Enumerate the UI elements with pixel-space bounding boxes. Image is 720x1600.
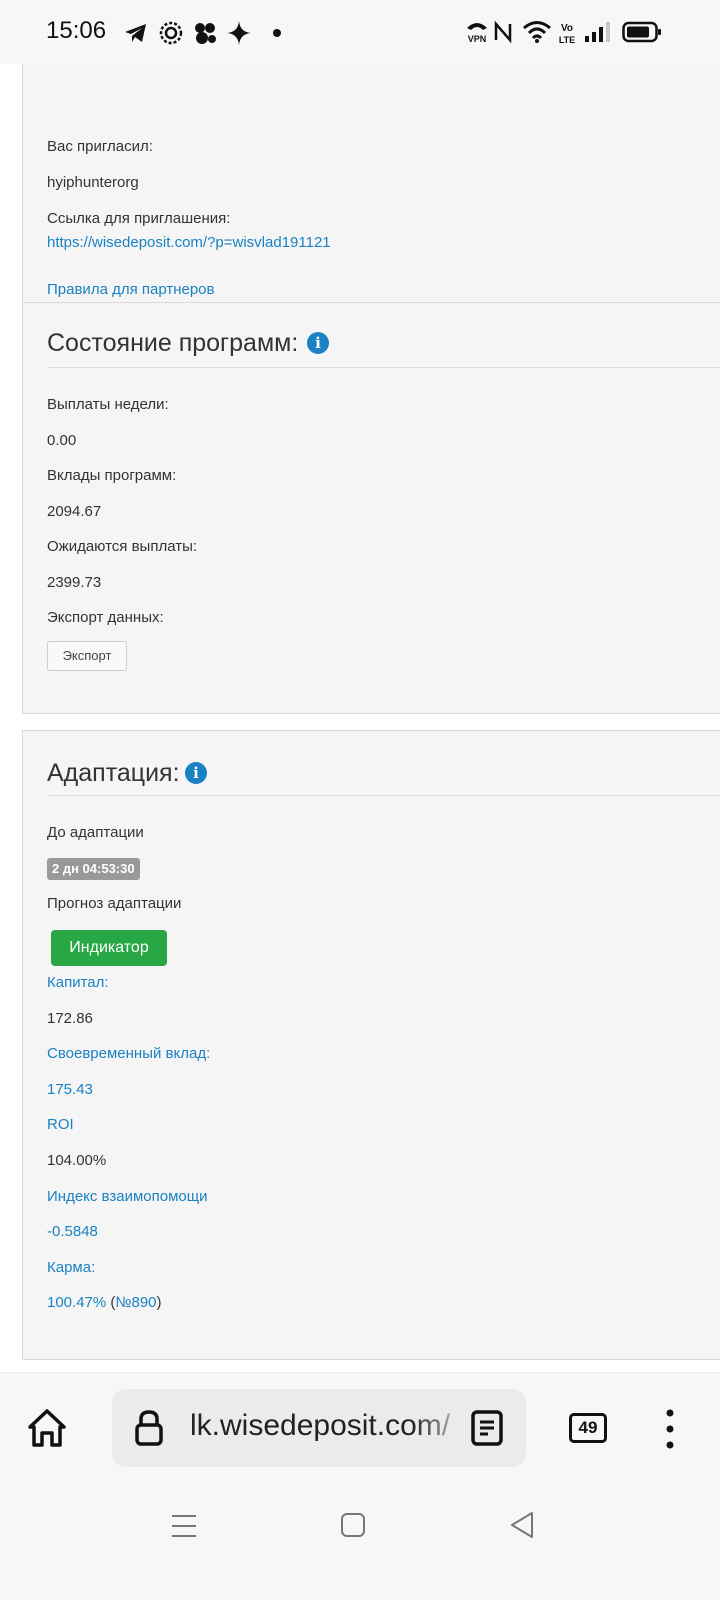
divider bbox=[47, 367, 720, 368]
karma-row: 100.47% (№890) bbox=[47, 1294, 162, 1311]
app-gear-icon bbox=[159, 21, 183, 45]
forecast-label: Прогноз адаптации bbox=[47, 895, 182, 912]
roi-value: 104.00% bbox=[47, 1152, 107, 1169]
invite-link[interactable]: https://wisedeposit.com/?p=wisvlad191121 bbox=[47, 234, 331, 251]
adaptation-title: Адаптация: bbox=[47, 759, 180, 787]
lock-icon[interactable] bbox=[134, 1409, 164, 1447]
bubbles-icon bbox=[195, 23, 216, 44]
timely-deposit-label[interactable]: Своевременный вклад: bbox=[47, 1045, 210, 1062]
sparkle-icon bbox=[227, 21, 251, 45]
weekly-payouts-label: Выплаты недели: bbox=[47, 396, 169, 413]
browser-toolbar: lk.wisedeposit.com/ 49 bbox=[0, 1372, 720, 1484]
roi-label[interactable]: ROI bbox=[47, 1116, 74, 1133]
system-nav-bar bbox=[0, 1484, 720, 1600]
vpn-icon: VPN bbox=[467, 23, 487, 44]
karma-label[interactable]: Карма: bbox=[47, 1259, 95, 1276]
until-adaptation-label: До адаптации bbox=[47, 824, 144, 841]
adaptation-panel: Адаптация: i До адаптации 2 дн 04:53:30 … bbox=[22, 730, 720, 1360]
vpn-label: VPN bbox=[468, 34, 487, 44]
programs-title: Состояние программ: bbox=[47, 329, 299, 357]
home-icon[interactable] bbox=[26, 1407, 68, 1449]
mutual-aid-value[interactable]: -0.5848 bbox=[47, 1223, 98, 1240]
notification-dot-icon bbox=[273, 29, 281, 37]
timely-deposit-value[interactable]: 175.43 bbox=[47, 1081, 93, 1098]
back-icon[interactable] bbox=[508, 1510, 536, 1540]
referral-panel: Вас пригласил: hyiphunterorg Ссылка для … bbox=[22, 64, 720, 340]
divider bbox=[47, 795, 720, 796]
countdown-badge: 2 дн 04:53:30 bbox=[47, 858, 140, 880]
export-data-label: Экспорт данных: bbox=[47, 609, 164, 626]
info-icon[interactable]: i bbox=[307, 332, 329, 354]
recent-apps-icon[interactable] bbox=[170, 1512, 198, 1540]
invited-by-label: Вас пригласил: bbox=[47, 138, 153, 155]
capital-label[interactable]: Капитал: bbox=[47, 974, 109, 991]
tab-counter[interactable]: 49 bbox=[569, 1413, 607, 1443]
partner-rules-link[interactable]: Правила для партнеров bbox=[47, 281, 215, 298]
capital-value: 172.86 bbox=[47, 1010, 93, 1027]
home-button-icon[interactable] bbox=[340, 1512, 366, 1538]
export-button[interactable]: Экспорт bbox=[47, 641, 127, 671]
volte-icon: Vo LTE bbox=[559, 23, 575, 45]
invite-link-label: Ссылка для приглашения: bbox=[47, 210, 231, 227]
volte-top: Vo bbox=[561, 23, 573, 34]
web-page: Вас пригласил: hyiphunterorg Ссылка для … bbox=[0, 64, 720, 1399]
programs-panel: Состояние программ: i Выплаты недели: 0.… bbox=[22, 302, 720, 714]
reader-mode-icon[interactable] bbox=[470, 1409, 504, 1447]
address-bar[interactable]: lk.wisedeposit.com/ bbox=[112, 1389, 526, 1467]
expected-payouts-value: 2399.73 bbox=[47, 574, 102, 591]
karma-value[interactable]: 100.47% bbox=[47, 1294, 106, 1311]
telegram-icon bbox=[125, 24, 146, 42]
mutual-aid-label[interactable]: Индекс взаимопомощи bbox=[47, 1188, 207, 1205]
deposits-value: 2094.67 bbox=[47, 503, 102, 520]
deposits-label: Вклады программ: bbox=[47, 467, 177, 484]
url-fade bbox=[412, 1389, 472, 1467]
nfc-icon bbox=[494, 20, 512, 44]
info-icon[interactable]: i bbox=[185, 762, 207, 784]
expected-payouts-label: Ожидаются выплаты: bbox=[47, 538, 198, 555]
volte-bottom: LTE bbox=[559, 35, 575, 45]
indicator-button[interactable]: Индикатор bbox=[51, 930, 167, 966]
signal-icon bbox=[585, 22, 610, 42]
karma-close: ) bbox=[156, 1294, 162, 1311]
wifi-icon bbox=[523, 21, 551, 43]
karma-rank[interactable]: №890 bbox=[115, 1294, 156, 1311]
more-menu-icon[interactable] bbox=[662, 1407, 678, 1451]
karma-open: ( bbox=[106, 1294, 116, 1311]
battery-icon bbox=[622, 21, 661, 43]
status-bar: 15:06 VPN Vo LTE bbox=[0, 0, 720, 64]
weekly-payouts-value: 0.00 bbox=[47, 432, 77, 449]
invited-by-value: hyiphunterorg bbox=[47, 174, 139, 191]
clock: 15:06 bbox=[46, 17, 107, 44]
